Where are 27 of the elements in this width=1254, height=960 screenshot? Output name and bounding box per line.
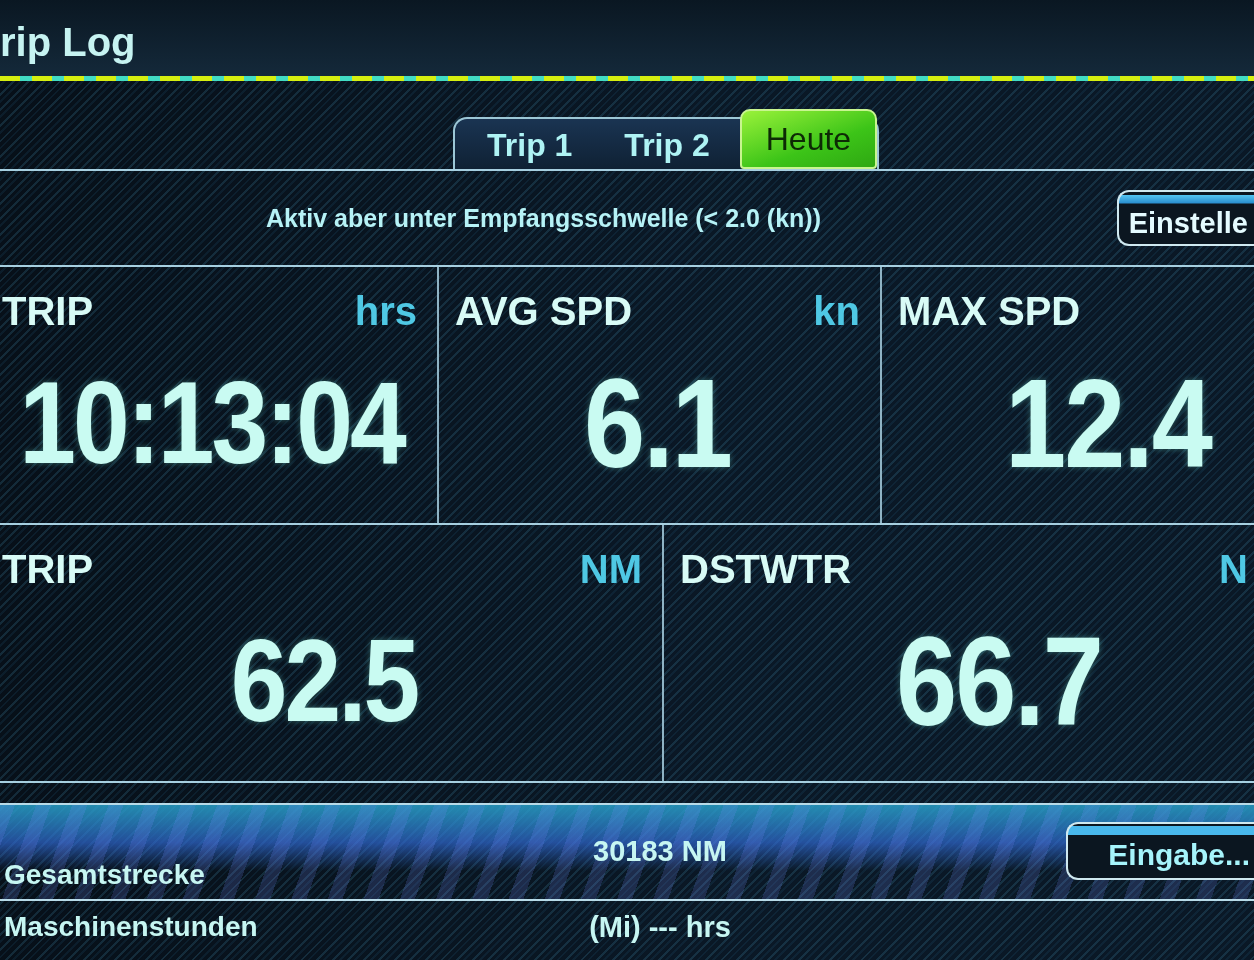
tile-label: AVG SPD bbox=[455, 289, 633, 334]
tile-label: TRIP bbox=[2, 547, 94, 592]
tile-value: 62.5 bbox=[230, 621, 418, 740]
unit-label: N bbox=[1219, 547, 1248, 592]
status-message: Aktiv aber unter Empfangsschwelle (< 2.0 (kn)) bbox=[266, 203, 822, 233]
tab[interactable]: Trip 2 bbox=[598, 121, 736, 169]
row-label: Gesamtstrecke bbox=[3, 859, 206, 892]
settings-button[interactable]: Einstelle bbox=[1116, 190, 1254, 246]
list-row[interactable]: Maschinenstunden (Mi) --- hrs bbox=[0, 899, 1254, 953]
tile-label: DSTWTR bbox=[680, 547, 852, 592]
unit-label: hrs bbox=[354, 289, 417, 334]
unit-label: kn bbox=[813, 289, 860, 334]
list-row[interactable]: Gesamtstrecke 30183 NM Eingabe... bbox=[0, 803, 1254, 899]
tile-value: 66.7 bbox=[895, 617, 1103, 744]
row-label: Maschinenstunden bbox=[3, 910, 259, 943]
unit-label: NM bbox=[579, 547, 642, 592]
entry-button[interactable]: Eingabe... bbox=[1066, 822, 1254, 880]
tile-value: 6.1 bbox=[584, 359, 731, 486]
tile-label: MAX SPD bbox=[898, 289, 1081, 334]
row-value: (Mi) --- hrs bbox=[588, 910, 732, 944]
tile-label: TRIP bbox=[2, 289, 94, 334]
screen-title: rip Log bbox=[0, 19, 136, 65]
tile-value: 10:13:04 bbox=[19, 363, 404, 482]
tab[interactable]: Heute bbox=[739, 109, 878, 169]
tab[interactable]: Trip 1 bbox=[461, 121, 599, 169]
tile-value: 12.4 bbox=[1004, 359, 1212, 486]
row-value: 30183 NM bbox=[592, 834, 728, 868]
